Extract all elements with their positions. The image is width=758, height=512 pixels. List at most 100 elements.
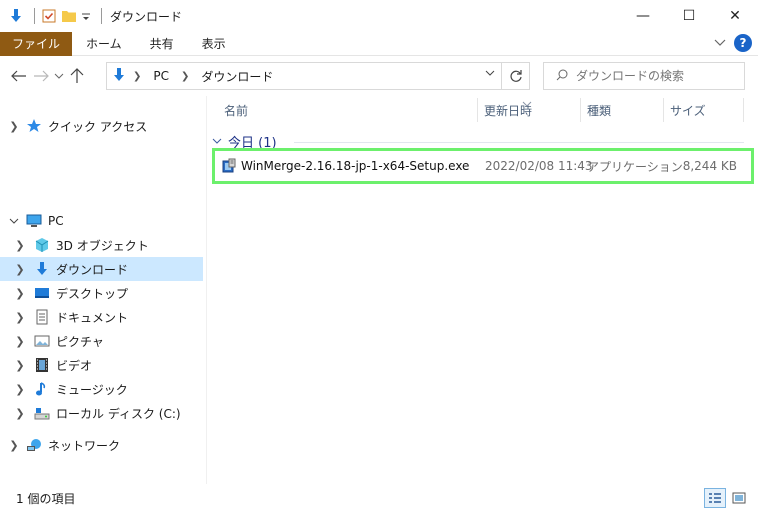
nav-desktop[interactable]: ❯ デスクトップ <box>0 281 203 305</box>
help-icon[interactable]: ? <box>734 34 752 52</box>
item-count: 1 個の項目 <box>16 491 76 506</box>
desktop-icon <box>34 285 50 301</box>
network-icon <box>26 437 42 453</box>
nav-label: ビデオ <box>56 358 93 373</box>
expand-ribbon-chevron-icon[interactable] <box>714 37 726 50</box>
expand-chevron-icon[interactable]: ❯ <box>14 359 26 372</box>
nav-network[interactable]: ❯ ネットワーク <box>0 433 203 457</box>
maximize-button[interactable]: ☐ <box>666 0 712 32</box>
videos-icon <box>34 357 50 373</box>
title-bar: ダウンロード — ☐ ✕ <box>0 0 758 32</box>
recent-locations-chevron-icon[interactable] <box>52 64 66 88</box>
nav-label: 3D オブジェクト <box>56 238 149 253</box>
address-dropdown-icon[interactable] <box>485 69 495 80</box>
large-icons-view-icon[interactable] <box>728 488 750 508</box>
up-arrow-icon[interactable] <box>66 64 88 88</box>
nav-local-disk[interactable]: ❯ ローカル ディスク (C:) <box>0 401 203 425</box>
customize-toolbar-icon[interactable] <box>81 8 91 24</box>
nav-label: クイック アクセス <box>48 119 148 134</box>
file-size: 8,244 KB <box>682 159 737 173</box>
tab-view[interactable]: 表示 <box>188 32 240 56</box>
forward-arrow-icon[interactable] <box>30 64 52 88</box>
expand-chevron-icon[interactable]: ❯ <box>14 239 26 252</box>
column-divider[interactable] <box>580 98 581 122</box>
file-name: WinMerge-2.16.18-jp-1-x64-Setup.exe <box>241 159 470 173</box>
sort-chevron-icon <box>522 96 532 110</box>
search-box[interactable] <box>543 62 745 90</box>
nav-music[interactable]: ❯ ミュージック <box>0 377 203 401</box>
computer-icon <box>26 213 42 229</box>
quick-access-toolbar: ダウンロード <box>0 0 182 32</box>
column-header-name[interactable]: 名前 <box>224 96 248 124</box>
details-view-icon[interactable] <box>704 488 726 508</box>
nav-label: ダウンロード <box>56 262 129 277</box>
download-icon <box>34 261 50 277</box>
expand-chevron-icon[interactable]: ❯ <box>14 383 26 396</box>
collapse-chevron-icon[interactable] <box>8 215 20 228</box>
tab-share[interactable]: 共有 <box>136 32 188 56</box>
expand-chevron-icon[interactable]: ❯ <box>14 407 26 420</box>
close-button[interactable]: ✕ <box>712 0 758 32</box>
search-icon <box>556 69 568 84</box>
nav-pictures[interactable]: ❯ ピクチャ <box>0 329 203 353</box>
navigation-pane: ❯ クイック アクセス PC ❯ 3D オブジェクト ❯ ダウンロード ❯ デス… <box>0 96 207 484</box>
nav-label: ドキュメント <box>56 310 129 325</box>
column-divider[interactable] <box>477 98 478 122</box>
music-note-icon <box>34 381 50 397</box>
file-row[interactable]: WinMerge-2.16.18-jp-1-x64-Setup.exe 2022… <box>212 148 754 184</box>
new-folder-icon[interactable] <box>61 8 77 24</box>
breadcrumb-pc[interactable]: PC <box>153 69 169 83</box>
back-arrow-icon[interactable] <box>8 64 30 88</box>
nav-label: ピクチャ <box>56 334 104 349</box>
column-header-size[interactable]: サイズ <box>670 96 706 124</box>
nav-3d-objects[interactable]: ❯ 3D オブジェクト <box>0 233 203 257</box>
documents-icon <box>34 309 50 325</box>
breadcrumb-separator-icon[interactable]: ❯ <box>181 71 189 82</box>
expand-chevron-icon[interactable]: ❯ <box>14 311 26 324</box>
divider <box>101 8 102 24</box>
minimize-button[interactable]: — <box>620 0 666 32</box>
nav-label: ネットワーク <box>48 438 121 453</box>
properties-icon[interactable] <box>41 8 57 24</box>
nav-label: PC <box>48 214 64 228</box>
status-bar: 1 個の項目 <box>0 484 758 512</box>
ribbon-tabs: ファイル ホーム 共有 表示 ? <box>0 31 758 56</box>
installer-exe-icon <box>221 158 237 174</box>
download-folder-icon <box>8 8 24 24</box>
file-list: 名前 更新日時 種類 サイズ 今日 (1) WinMerge-2.16.18-j… <box>208 96 758 484</box>
pictures-icon <box>34 333 50 349</box>
tab-home[interactable]: ホーム <box>72 32 136 56</box>
star-icon <box>26 118 42 134</box>
hard-drive-icon <box>34 405 50 421</box>
divider <box>34 8 35 24</box>
nav-downloads[interactable]: ❯ ダウンロード <box>0 257 203 281</box>
expand-chevron-icon[interactable]: ❯ <box>8 120 20 133</box>
tab-file[interactable]: ファイル <box>0 31 73 56</box>
address-bar[interactable]: ❯ PC ❯ ダウンロード <box>106 62 502 90</box>
group-divider <box>294 142 744 143</box>
file-type: アプリケーション <box>587 159 683 174</box>
nav-label: ミュージック <box>56 382 128 397</box>
nav-pc[interactable]: PC <box>0 209 203 233</box>
file-date: 2022/02/08 11:43 <box>485 159 593 173</box>
nav-label: デスクトップ <box>56 286 129 301</box>
column-divider[interactable] <box>663 98 664 122</box>
expand-chevron-icon[interactable]: ❯ <box>8 439 20 452</box>
breadcrumb-downloads[interactable]: ダウンロード <box>201 68 273 85</box>
expand-chevron-icon[interactable]: ❯ <box>14 287 26 300</box>
nav-quick-access[interactable]: ❯ クイック アクセス <box>0 114 203 138</box>
column-divider[interactable] <box>743 98 744 122</box>
expand-chevron-icon[interactable]: ❯ <box>14 263 26 276</box>
expand-chevron-icon[interactable]: ❯ <box>14 335 26 348</box>
breadcrumb-separator-icon[interactable]: ❯ <box>133 71 141 82</box>
nav-videos[interactable]: ❯ ビデオ <box>0 353 203 377</box>
navigation-bar: ❯ PC ❯ ダウンロード <box>0 56 758 96</box>
window-title: ダウンロード <box>110 9 183 24</box>
search-input[interactable] <box>576 69 736 83</box>
nav-label: ローカル ディスク (C:) <box>56 406 181 421</box>
refresh-icon[interactable] <box>502 62 530 90</box>
collapse-group-chevron-icon[interactable] <box>212 135 222 148</box>
column-header-type[interactable]: 種類 <box>587 96 611 124</box>
nav-documents[interactable]: ❯ ドキュメント <box>0 305 203 329</box>
3d-objects-icon <box>34 237 50 253</box>
